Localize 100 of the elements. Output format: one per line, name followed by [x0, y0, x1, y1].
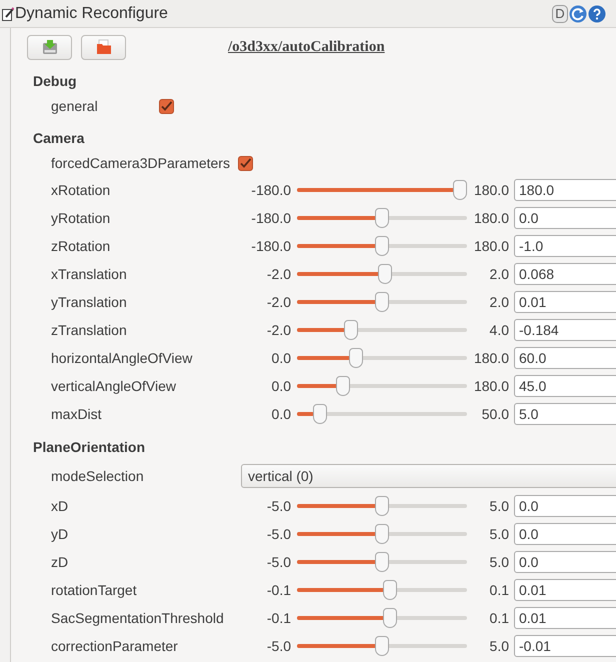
edit-icon [2, 6, 14, 20]
value-field[interactable]: 0.01 [514, 291, 616, 313]
param-label: xRotation [51, 180, 112, 200]
max-value: 180.0 [472, 180, 509, 200]
min-value: 0.0 [270, 376, 291, 396]
value-field[interactable]: 5.0 [514, 403, 616, 425]
param-label: general [51, 97, 99, 116]
checkbox[interactable] [238, 156, 253, 171]
group-heading: Camera [32, 129, 86, 148]
value-field[interactable]: 60.0 [514, 347, 616, 369]
min-value: -5.0 [266, 552, 291, 572]
slider-handle[interactable] [375, 552, 389, 572]
slider-handle[interactable] [382, 580, 397, 600]
max-value: 180.0 [472, 376, 509, 396]
slider-handle[interactable] [312, 404, 327, 424]
slider[interactable] [297, 524, 467, 544]
slider[interactable] [297, 496, 467, 516]
max-value: 5.0 [488, 524, 509, 544]
slider[interactable] [297, 208, 467, 228]
slider[interactable] [297, 404, 467, 424]
refresh-icon[interactable] [569, 4, 587, 22]
value-field[interactable]: 0.0 [514, 207, 616, 229]
param-label: xD [51, 496, 70, 516]
slider[interactable] [297, 636, 467, 656]
min-value: -0.1 [266, 580, 291, 600]
slider-handle[interactable] [348, 348, 363, 368]
slider-handle[interactable] [344, 320, 358, 340]
param-label: zRotation [51, 236, 112, 256]
min-value: -0.1 [266, 608, 291, 628]
min-value: -2.0 [266, 264, 291, 284]
save-button[interactable] [27, 34, 72, 60]
slider[interactable] [297, 292, 467, 312]
value-field[interactable]: 0.01 [514, 607, 616, 629]
max-value: 50.0 [480, 404, 509, 424]
value-field[interactable]: 0.0 [514, 495, 616, 517]
min-value: -5.0 [266, 524, 291, 544]
group-heading: Debug [32, 72, 78, 91]
slider-handle[interactable] [374, 236, 389, 256]
value-field[interactable]: 0.068 [514, 263, 616, 285]
node-title: /o3d3xx/autoCalibration [228, 38, 385, 57]
min-value: -2.0 [266, 320, 291, 340]
max-value: 180.0 [472, 348, 509, 368]
slider-handle[interactable] [375, 292, 390, 312]
open-button[interactable] [81, 34, 126, 60]
d-button[interactable]: D [552, 4, 568, 22]
value-field[interactable]: 0.0 [514, 523, 616, 545]
param-label: verticalAngleOfView [51, 376, 178, 396]
param-label: yD [51, 524, 70, 544]
min-value: -5.0 [266, 636, 291, 656]
slider[interactable] [297, 608, 467, 628]
slider[interactable] [297, 580, 467, 600]
slider-handle[interactable] [375, 496, 389, 516]
max-value: 0.1 [488, 608, 509, 628]
slider-handle[interactable] [374, 636, 389, 656]
slider[interactable] [297, 264, 467, 284]
param-label: horizontalAngleOfView [51, 348, 194, 368]
slider-handle[interactable] [336, 376, 350, 396]
min-value: 0.0 [270, 348, 291, 368]
max-value: 5.0 [488, 636, 509, 656]
param-label: yRotation [51, 208, 112, 228]
min-value: -5.0 [266, 496, 291, 516]
param-label: forcedCamera3DParameters [51, 154, 230, 173]
max-value: 5.0 [488, 496, 509, 516]
slider-handle[interactable] [382, 608, 397, 628]
param-label: zTranslation [51, 320, 128, 340]
max-value: 180.0 [472, 208, 509, 228]
slider[interactable] [297, 376, 467, 396]
param-label: xTranslation [51, 264, 128, 284]
min-value: -2.0 [266, 292, 291, 312]
value-field[interactable]: 0.01 [514, 579, 616, 601]
max-value: 2.0 [488, 292, 509, 312]
slider[interactable] [297, 180, 467, 200]
slider[interactable] [297, 320, 467, 340]
param-label: SacSegmentationThreshold [51, 608, 225, 628]
slider-handle[interactable] [453, 180, 467, 200]
value-field[interactable]: -0.01 [514, 635, 616, 657]
slider-handle[interactable] [375, 524, 389, 544]
value-field[interactable]: -1.0 [514, 235, 616, 257]
param-label: correctionParameter [51, 636, 179, 656]
disk-icon [42, 39, 58, 55]
slider[interactable] [297, 348, 467, 368]
value-field[interactable]: 180.0 [514, 179, 616, 201]
mode-dropdown[interactable]: vertical (0) [241, 464, 616, 488]
max-value: 4.0 [488, 320, 509, 340]
min-value: 0.0 [270, 404, 291, 424]
slider[interactable] [297, 552, 467, 572]
max-value: 180.0 [472, 236, 509, 256]
value-field[interactable]: 0.0 [514, 551, 616, 573]
max-value: 5.0 [488, 552, 509, 572]
param-label: zD [51, 552, 70, 572]
min-value: -180.0 [250, 180, 291, 200]
folder-icon [96, 39, 112, 55]
value-field[interactable]: -0.184 [514, 319, 616, 341]
value-field[interactable]: 45.0 [514, 375, 616, 397]
slider[interactable] [297, 236, 467, 256]
checkbox[interactable] [159, 99, 174, 114]
help-icon[interactable] [588, 4, 606, 22]
slider-handle[interactable] [378, 264, 392, 284]
slider-handle[interactable] [375, 208, 389, 228]
param-label: modeSelection [51, 466, 145, 486]
